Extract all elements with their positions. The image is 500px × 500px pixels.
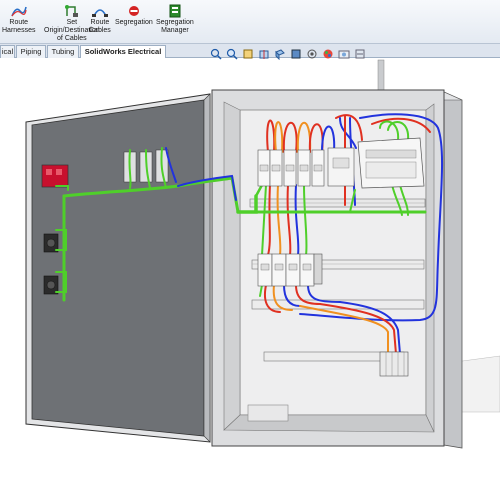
scenes-icon[interactable] — [338, 48, 350, 60]
route-cables-button[interactable]: Route Cables — [89, 4, 111, 35]
plc-module — [357, 137, 425, 189]
route-cables-icon — [91, 9, 108, 17]
view-orientation-icon[interactable] — [274, 48, 286, 60]
circuit-breaker — [299, 253, 315, 287]
circuit-breaker — [257, 149, 271, 187]
route-harnesses-icon — [10, 6, 27, 17]
segregation-button[interactable]: Segregation — [115, 4, 153, 27]
circuit-breaker — [271, 253, 287, 287]
view-settings-icon[interactable] — [354, 48, 366, 60]
solidworks-window: Route Harnesses Set Origin/Destination o… — [0, 0, 500, 500]
circuit-breaker — [297, 149, 311, 187]
circuit-breaker — [285, 253, 301, 287]
tab-solidworks-electrical-3d[interactable]: SolidWorks Electrical 3D — [80, 45, 166, 68]
cabinet-3d-model[interactable] — [0, 58, 500, 500]
cabinet-inner-right-wall — [425, 103, 435, 433]
circuit-breaker — [311, 149, 325, 187]
tab-piping[interactable]: Piping — [16, 45, 46, 58]
segregation-manager-icon — [169, 4, 181, 18]
ribbon-toolbar: Route Harnesses Set Origin/Destination o… — [0, 0, 500, 44]
gland-plate — [247, 404, 289, 422]
cabinet-side-panel — [443, 91, 463, 449]
graphics-area[interactable] — [0, 48, 500, 500]
section-view-icon[interactable] — [258, 48, 270, 60]
cabinet-inner-left-wall — [223, 101, 241, 431]
circuit-breaker — [283, 149, 297, 187]
segregation-manager-button[interactable]: Segregation Manager — [156, 4, 194, 35]
zoom-to-fit-icon[interactable] — [210, 48, 222, 60]
terminal-block — [379, 351, 409, 377]
hide-show-icon[interactable] — [306, 48, 318, 60]
circuit-breaker — [257, 253, 273, 287]
tab-tubing[interactable]: Tubing — [47, 45, 79, 58]
circuit-breaker — [313, 253, 323, 285]
set-origin-icon — [64, 5, 78, 17]
segregation-icon — [128, 6, 139, 16]
edit-appearance-icon[interactable] — [322, 48, 334, 60]
route-harnesses-button[interactable]: Route Harnesses — [2, 4, 35, 35]
cabinet-door[interactable] — [25, 93, 211, 443]
zoom-area-icon[interactable] — [226, 48, 238, 60]
display-style-icon[interactable] — [290, 48, 302, 60]
previous-view-icon[interactable] — [242, 48, 254, 60]
circuit-breaker — [269, 149, 283, 187]
heads-up-view-toolbar — [210, 47, 366, 61]
tab-electrical[interactable]: ical — [0, 45, 15, 58]
emergency-stop-button — [41, 164, 69, 188]
contactor — [327, 147, 355, 187]
